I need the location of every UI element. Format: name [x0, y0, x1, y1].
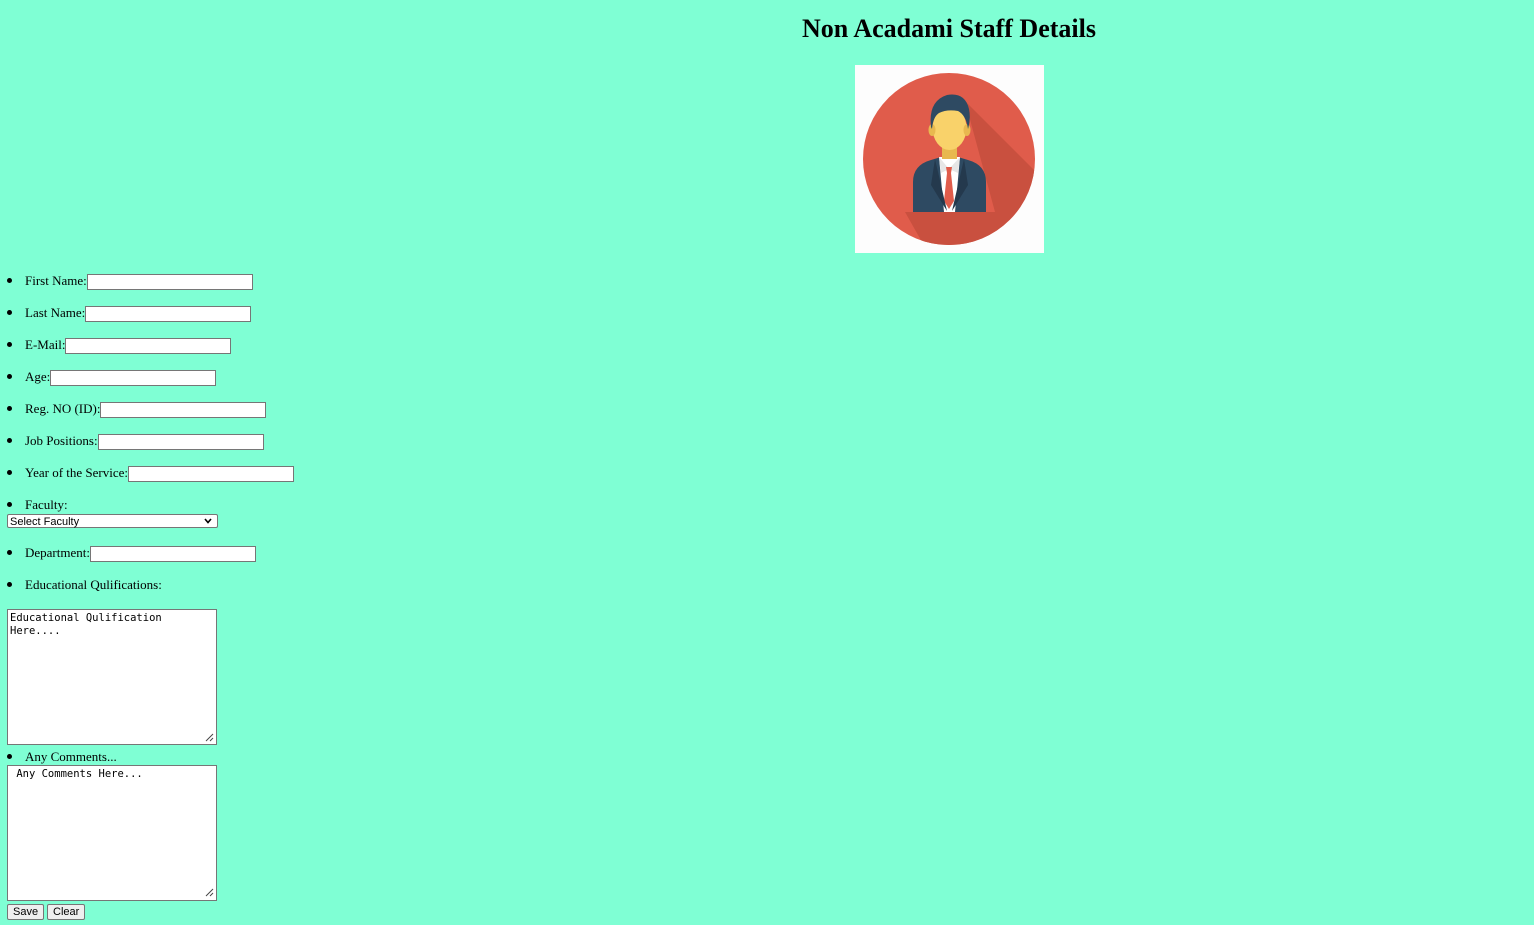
- comments-label: Any Comments...: [25, 749, 117, 764]
- bullet-icon: [7, 550, 12, 555]
- age-input[interactable]: [50, 370, 217, 387]
- bullet-icon: [7, 754, 12, 759]
- last-name-input[interactable]: [85, 306, 252, 323]
- age-label: Age:: [25, 369, 51, 384]
- email-row: E-Mail:: [25, 337, 232, 355]
- bullet-icon: [7, 342, 12, 347]
- save-button[interactable]: Save: [7, 904, 45, 920]
- bullet-icon: [7, 310, 12, 315]
- job-positions-row: Job Positions:: [25, 433, 264, 451]
- reg-no-label: Reg. NO (ID):: [25, 401, 101, 416]
- clear-button[interactable]: Clear: [47, 904, 86, 920]
- year-of-service-input[interactable]: [128, 466, 295, 483]
- bullet-icon: [7, 278, 12, 283]
- email-input[interactable]: [65, 338, 232, 355]
- department-row: Department:: [25, 545, 256, 563]
- comments-row: Any Comments...: [25, 749, 117, 765]
- year-of-service-label: Year of the Service:: [25, 465, 129, 480]
- page-title: Non Acadami Staff Details: [802, 14, 1096, 43]
- faculty-selected-value: Select Faculty: [10, 516, 80, 528]
- faculty-label: Faculty:: [25, 497, 68, 512]
- bullet-icon: [7, 406, 12, 411]
- last-name-label: Last Name:: [25, 305, 86, 320]
- chevron-down-icon: [204, 518, 212, 524]
- bullet-icon: [7, 582, 12, 587]
- reg-no-input[interactable]: [100, 402, 267, 419]
- comments-textarea[interactable]: Any Comments Here...: [7, 765, 217, 901]
- first-name-input[interactable]: [86, 274, 253, 291]
- bullet-icon: [7, 438, 12, 443]
- faculty-row: Faculty:: [25, 497, 68, 513]
- department-label: Department:: [25, 545, 90, 560]
- bullet-icon: [7, 502, 12, 507]
- staff-details-page: Non Acadami Staff Details First Name: La…: [0, 0, 1534, 925]
- job-positions-input[interactable]: [97, 434, 264, 451]
- businessman-avatar-icon: [863, 73, 1035, 245]
- year-of-service-row: Year of the Service:: [25, 465, 295, 483]
- first-name-row: First Name:: [25, 273, 253, 291]
- email-label: E-Mail:: [25, 337, 66, 352]
- reg-no-row: Reg. NO (ID):: [25, 401, 267, 419]
- bullet-icon: [7, 374, 12, 379]
- last-name-row: Last Name:: [25, 305, 252, 323]
- age-row: Age:: [25, 369, 217, 387]
- resize-grip-icon[interactable]: [205, 733, 214, 742]
- first-name-label: First Name:: [25, 273, 87, 288]
- resize-grip-icon[interactable]: [205, 888, 214, 897]
- job-positions-label: Job Positions:: [25, 433, 98, 448]
- education-row: Educational Qulifications:: [25, 577, 162, 593]
- avatar: [855, 65, 1044, 253]
- faculty-select[interactable]: Select Faculty: [7, 514, 218, 528]
- education-textarea[interactable]: Educational Qulification Here....: [7, 609, 217, 745]
- education-label: Educational Qulifications:: [25, 577, 162, 592]
- bullet-icon: [7, 470, 12, 475]
- department-input[interactable]: [89, 546, 256, 563]
